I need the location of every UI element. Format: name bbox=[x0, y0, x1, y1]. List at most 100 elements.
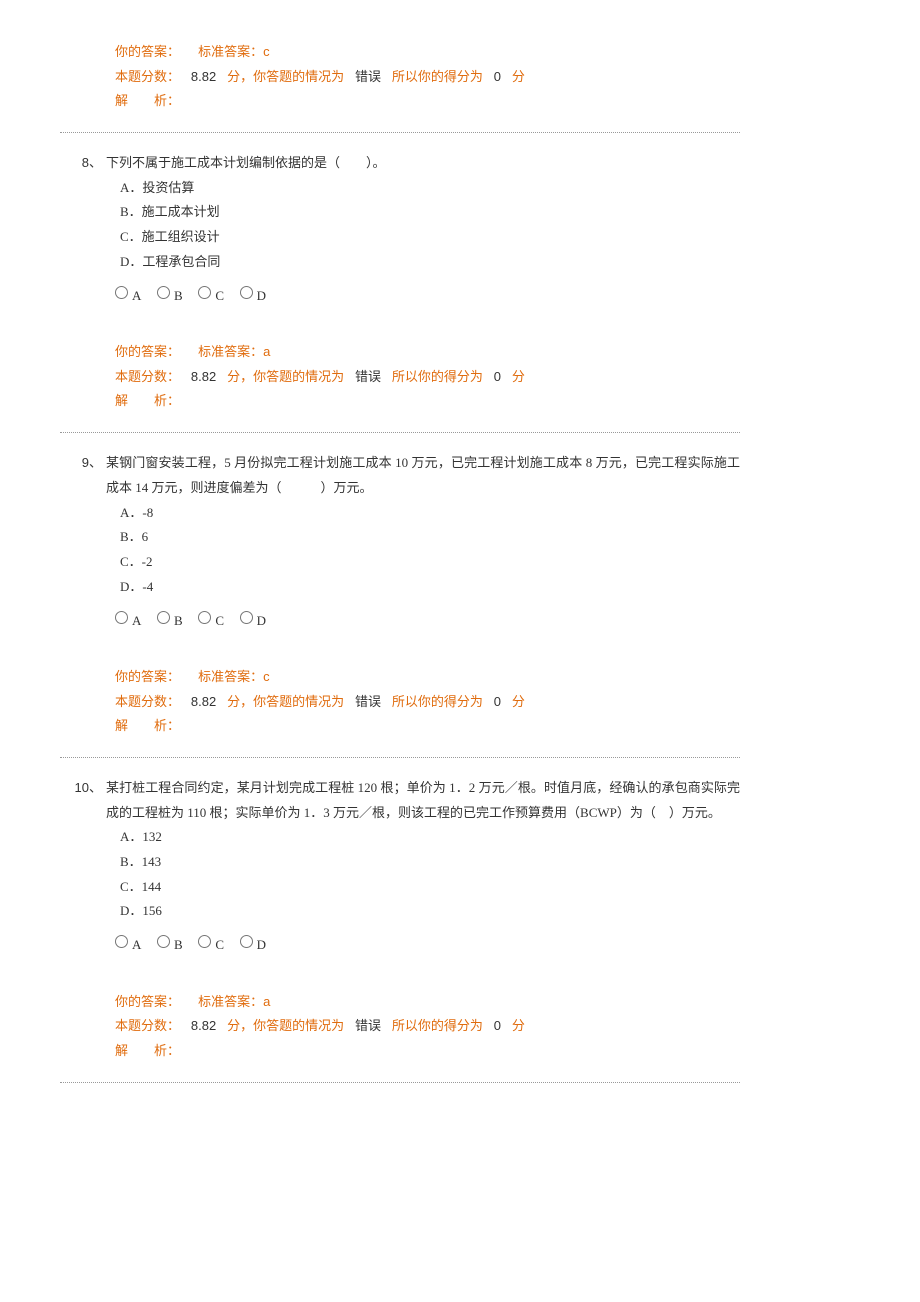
score-line: 本题分数： 8.82 分，你答题的情况为 错误 所以你的得分为 0 分 bbox=[115, 365, 740, 390]
earned-score: 0 bbox=[494, 69, 501, 84]
radio-option-b[interactable]: B bbox=[157, 606, 191, 631]
points-word-1: 分 bbox=[227, 369, 240, 384]
your-answer-label: 你的答案： bbox=[115, 44, 180, 59]
score-line: 本题分数： 8.82 分，你答题的情况为 错误 所以你的得分为 0 分 bbox=[115, 690, 740, 715]
radio-option-d[interactable]: D bbox=[240, 606, 274, 631]
situation-prefix: ，你答题的情况为 bbox=[240, 69, 344, 84]
analysis-label: 解 析： bbox=[115, 1043, 180, 1058]
points-word-1: 分 bbox=[227, 69, 240, 84]
points-word-1: 分 bbox=[227, 1018, 240, 1033]
score-prefix: 本题分数： bbox=[115, 1018, 180, 1033]
score-line: 本题分数： 8.82 分，你答题的情况为 错误 所以你的得分为 0 分 bbox=[115, 65, 740, 90]
option-a: A．-8 bbox=[120, 501, 740, 526]
score-value: 8.82 bbox=[191, 369, 216, 384]
question-header: 9、 某钢门窗安装工程，5 月份拟完工程计划施工成本 10 万元，已完工程计划施… bbox=[60, 451, 740, 500]
earned-score: 0 bbox=[494, 694, 501, 709]
standard-answer-value: a bbox=[263, 994, 270, 1009]
radio-option-b[interactable]: B bbox=[157, 281, 191, 306]
question-header: 10、 某打桩工程合同约定，某月计划完成工程桩 120 根；单价为 1．2 万元… bbox=[60, 776, 740, 825]
situation-prefix: ，你答题的情况为 bbox=[240, 694, 344, 709]
option-d: D．工程承包合同 bbox=[120, 250, 740, 275]
incorrect-word: 错误 bbox=[355, 694, 381, 709]
analysis-line: 解 析： bbox=[115, 714, 740, 739]
question-number: 10、 bbox=[60, 776, 102, 801]
answer-line: 你的答案： 标准答案：a bbox=[115, 340, 740, 365]
options-list: A．投资估算 B．施工成本计划 C．施工组织设计 D．工程承包合同 bbox=[60, 176, 740, 275]
radio-option-a[interactable]: A bbox=[115, 606, 149, 631]
radio-option-a[interactable]: A bbox=[115, 281, 149, 306]
score-value: 8.82 bbox=[191, 69, 216, 84]
radio-option-d[interactable]: D bbox=[240, 930, 274, 955]
standard-answer-value: a bbox=[263, 344, 270, 359]
radio-row: A B C D bbox=[60, 930, 740, 955]
incorrect-word: 错误 bbox=[355, 69, 381, 84]
answer-line: 你的答案： 标准答案：a bbox=[115, 990, 740, 1015]
situation-prefix: ，你答题的情况为 bbox=[240, 1018, 344, 1033]
question-stem: 下列不属于施工成本计划编制依据的是（ ）。 bbox=[102, 151, 740, 176]
feedback-section: 你的答案： 标准答案：c 本题分数： 8.82 分，你答题的情况为 错误 所以你… bbox=[60, 665, 740, 739]
option-d: D．156 bbox=[120, 899, 740, 924]
radio-option-a[interactable]: A bbox=[115, 930, 149, 955]
option-a: A．132 bbox=[120, 825, 740, 850]
answer-line: 你的答案： 标准答案：c bbox=[115, 665, 740, 690]
so-score-prefix: 所以你的得分为 bbox=[392, 694, 483, 709]
score-line: 本题分数： 8.82 分，你答题的情况为 错误 所以你的得分为 0 分 bbox=[115, 1014, 740, 1039]
option-b: B．6 bbox=[120, 525, 740, 550]
points-word-2: 分 bbox=[512, 694, 525, 709]
score-prefix: 本题分数： bbox=[115, 369, 180, 384]
analysis-line: 解 析： bbox=[115, 389, 740, 414]
standard-answer-label: 标准答案： bbox=[198, 669, 263, 684]
option-b: B．施工成本计划 bbox=[120, 200, 740, 225]
previous-question-feedback: 你的答案： 标准答案：c 本题分数： 8.82 分，你答题的情况为 错误 所以你… bbox=[60, 40, 740, 133]
standard-answer-value: c bbox=[263, 44, 270, 59]
your-answer-label: 你的答案： bbox=[115, 344, 180, 359]
score-prefix: 本题分数： bbox=[115, 694, 180, 709]
situation-prefix: ，你答题的情况为 bbox=[240, 369, 344, 384]
score-value: 8.82 bbox=[191, 694, 216, 709]
radio-option-d[interactable]: D bbox=[240, 281, 274, 306]
your-answer-label: 你的答案： bbox=[115, 994, 180, 1009]
score-value: 8.82 bbox=[191, 1018, 216, 1033]
option-c: C．-2 bbox=[120, 550, 740, 575]
analysis-label: 解 析： bbox=[115, 93, 180, 108]
standard-answer-label: 标准答案： bbox=[198, 344, 263, 359]
so-score-prefix: 所以你的得分为 bbox=[392, 69, 483, 84]
radio-option-b[interactable]: B bbox=[157, 930, 191, 955]
your-answer-label: 你的答案： bbox=[115, 669, 180, 684]
analysis-line: 解 析： bbox=[115, 1039, 740, 1064]
radio-row: A B C D bbox=[60, 605, 740, 630]
question-stem: 某钢门窗安装工程，5 月份拟完工程计划施工成本 10 万元，已完工程计划施工成本… bbox=[102, 451, 740, 500]
feedback-section: 你的答案： 标准答案：a 本题分数： 8.82 分，你答题的情况为 错误 所以你… bbox=[60, 340, 740, 414]
feedback-section: 你的答案： 标准答案：a 本题分数： 8.82 分，你答题的情况为 错误 所以你… bbox=[60, 990, 740, 1064]
option-c: C．144 bbox=[120, 875, 740, 900]
earned-score: 0 bbox=[494, 369, 501, 384]
standard-answer-value: c bbox=[263, 669, 270, 684]
radio-option-c[interactable]: C bbox=[198, 281, 232, 306]
points-word-2: 分 bbox=[512, 369, 525, 384]
feedback-section: 你的答案： 标准答案：c 本题分数： 8.82 分，你答题的情况为 错误 所以你… bbox=[60, 40, 740, 114]
options-list: A．132 B．143 C．144 D．156 bbox=[60, 825, 740, 924]
question-block-9: 9、 某钢门窗安装工程，5 月份拟完工程计划施工成本 10 万元，已完工程计划施… bbox=[60, 451, 740, 758]
incorrect-word: 错误 bbox=[355, 369, 381, 384]
earned-score: 0 bbox=[494, 1018, 501, 1033]
radio-option-c[interactable]: C bbox=[198, 930, 232, 955]
analysis-label: 解 析： bbox=[115, 393, 180, 408]
question-block-8: 8、 下列不属于施工成本计划编制依据的是（ ）。 A．投资估算 B．施工成本计划… bbox=[60, 151, 740, 433]
standard-answer-label: 标准答案： bbox=[198, 994, 263, 1009]
standard-answer-label: 标准答案： bbox=[198, 44, 263, 59]
question-header: 8、 下列不属于施工成本计划编制依据的是（ ）。 bbox=[60, 151, 740, 176]
points-word-2: 分 bbox=[512, 1018, 525, 1033]
question-number: 9、 bbox=[60, 451, 102, 476]
option-d: D．-4 bbox=[120, 575, 740, 600]
radio-option-c[interactable]: C bbox=[198, 606, 232, 631]
points-word-2: 分 bbox=[512, 69, 525, 84]
analysis-line: 解 析： bbox=[115, 89, 740, 114]
option-a: A．投资估算 bbox=[120, 176, 740, 201]
option-c: C．施工组织设计 bbox=[120, 225, 740, 250]
question-number: 8、 bbox=[60, 151, 102, 176]
answer-line: 你的答案： 标准答案：c bbox=[115, 40, 740, 65]
score-prefix: 本题分数： bbox=[115, 69, 180, 84]
options-list: A．-8 B．6 C．-2 D．-4 bbox=[60, 501, 740, 600]
question-stem: 某打桩工程合同约定，某月计划完成工程桩 120 根；单价为 1．2 万元／根。时… bbox=[102, 776, 740, 825]
points-word-1: 分 bbox=[227, 694, 240, 709]
